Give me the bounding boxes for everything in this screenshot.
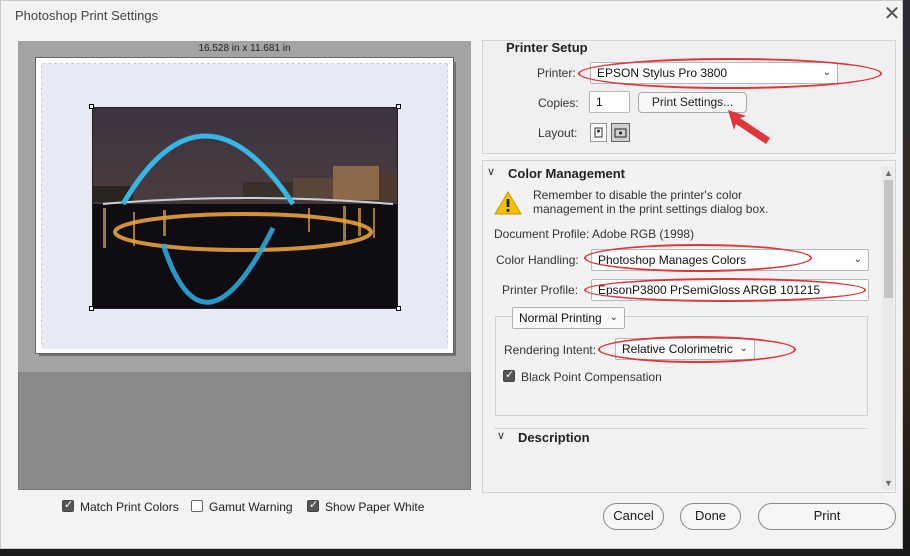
resize-handle-br[interactable] <box>396 306 401 311</box>
done-button[interactable]: Done <box>680 503 741 530</box>
paper-dimensions: 16.528 in x 11.681 in <box>198 43 291 54</box>
landscape-layout-icon[interactable] <box>611 123 630 142</box>
background-strip <box>903 0 910 556</box>
annotation-circle-rendering-intent <box>598 336 796 363</box>
annotation-circle-printer <box>578 58 882 89</box>
gamut-warning-checkbox[interactable] <box>191 500 203 512</box>
rendering-intent-label: Rendering Intent: <box>504 343 597 357</box>
copies-input[interactable]: 1 <box>589 91 630 113</box>
annotation-arrow-icon <box>728 110 770 144</box>
copies-label: Copies: <box>538 96 579 110</box>
description-title: Description <box>518 430 590 445</box>
rendering-group <box>495 316 868 416</box>
divider <box>494 428 868 429</box>
warning-line-1: Remember to disable the printer's color <box>533 188 743 202</box>
window-title: Photoshop Print Settings <box>15 8 159 23</box>
match-print-colors-label: Match Print Colors <box>80 500 179 514</box>
cancel-button[interactable]: Cancel <box>603 503 664 530</box>
close-icon[interactable]: ✕ <box>882 4 902 24</box>
match-print-colors-checkbox[interactable] <box>62 498 74 512</box>
show-paper-white-label: Show Paper White <box>325 500 425 514</box>
annotation-circle-color-handling <box>584 244 812 272</box>
print-mode-select[interactable]: Normal Printing ⌄ <box>512 307 625 329</box>
chevron-down-icon: ⌄ <box>853 254 862 265</box>
chevron-down-icon: ⌄ <box>609 312 618 323</box>
warning-icon <box>494 191 522 215</box>
scrollbar-thumb[interactable] <box>884 180 893 298</box>
scroll-down-icon[interactable]: ▼ <box>884 478 893 488</box>
scroll-up-icon[interactable]: ▲ <box>884 168 893 178</box>
resize-handle-tl[interactable] <box>89 104 94 109</box>
portrait-layout-icon[interactable] <box>590 123 607 142</box>
color-handling-label: Color Handling: <box>496 253 579 267</box>
printer-setup-title: Printer Setup <box>506 40 588 55</box>
chevron-down-icon[interactable]: ∨ <box>497 429 505 442</box>
print-mode-value: Normal Printing <box>519 311 602 325</box>
printer-label: Printer: <box>537 66 576 80</box>
color-management-title: Color Management <box>508 166 626 181</box>
printer-profile-label: Printer Profile: <box>502 283 579 297</box>
black-point-compensation-checkbox[interactable] <box>503 368 515 382</box>
layout-label: Layout: <box>538 126 578 140</box>
background-strip-bottom <box>0 548 910 556</box>
gamut-warning-label: Gamut Warning <box>209 500 293 514</box>
preview-image[interactable] <box>92 107 398 309</box>
resize-handle-tr[interactable] <box>396 104 401 109</box>
chevron-down-icon[interactable]: ∨ <box>487 165 495 178</box>
document-profile: Document Profile: Adobe RGB (1998) <box>494 227 695 241</box>
bridge-night-photo <box>93 108 397 308</box>
warning-line-2: management in the print settings dialog … <box>533 202 769 216</box>
resize-handle-bl[interactable] <box>89 306 94 311</box>
show-paper-white-checkbox[interactable] <box>307 498 319 512</box>
annotation-circle-printer-profile <box>584 278 866 302</box>
print-button[interactable]: Print <box>758 503 896 530</box>
black-point-compensation-label: Black Point Compensation <box>521 370 662 384</box>
